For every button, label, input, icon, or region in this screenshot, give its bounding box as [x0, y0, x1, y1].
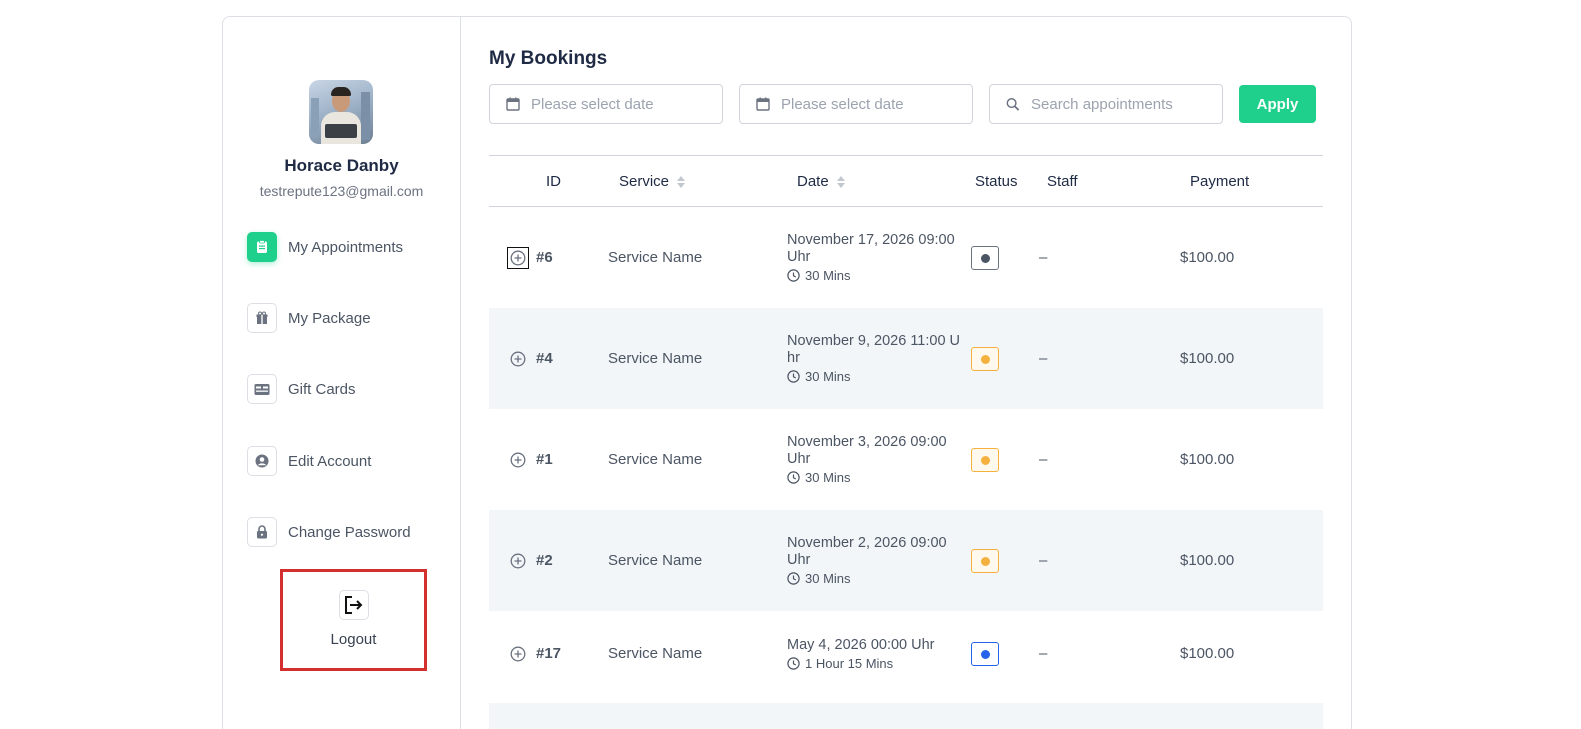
booking-service: Service Name: [608, 350, 703, 367]
column-header-service[interactable]: Service: [619, 173, 686, 190]
clipboard-icon: [247, 232, 277, 262]
booking-staff: –: [1039, 249, 1048, 266]
booking-id: #1: [536, 451, 553, 468]
booking-payment: $100.00: [1180, 249, 1235, 266]
gift-icon: [247, 303, 277, 333]
clock-icon: [787, 269, 800, 282]
status-badge: [971, 246, 999, 270]
nav-change-password[interactable]: Change Password: [247, 517, 411, 547]
clock-icon: [787, 471, 800, 484]
booking-id: #6: [536, 249, 553, 266]
status-badge: [971, 642, 999, 666]
booking-staff: –: [1039, 350, 1048, 367]
booking-date: May 4, 2026 00:00 Uhr 1 Hour 15 Mins: [787, 637, 935, 671]
booking-id: #17: [536, 645, 562, 662]
start-date-input[interactable]: [531, 95, 691, 113]
search-icon: [1006, 97, 1020, 111]
nav-my-appointments[interactable]: My Appointments: [247, 232, 403, 262]
table-row[interactable]: #2 Service Name November 2, 2026 09:00 U…: [489, 510, 1323, 611]
table-row[interactable]: #4 Service Name November 9, 2026 11:00 U…: [489, 308, 1323, 409]
booking-payment: $100.00: [1180, 451, 1235, 468]
booking-staff: –: [1039, 552, 1048, 569]
logout-label: Logout: [330, 631, 377, 648]
nav-gift-cards[interactable]: Gift Cards: [247, 374, 356, 404]
booking-payment: $100.00: [1180, 645, 1235, 662]
end-date-input[interactable]: [781, 95, 941, 113]
card-icon: [247, 374, 277, 404]
clock-icon: [787, 572, 800, 585]
nav-label: My Appointments: [288, 238, 404, 256]
calendar-icon: [756, 97, 770, 111]
page-title: My Bookings: [489, 48, 608, 69]
user-email: testrepute123@gmail.com: [259, 183, 424, 199]
nav-label: My Package: [288, 309, 371, 327]
logout-icon: [338, 590, 369, 620]
booking-service: Service Name: [608, 451, 703, 468]
booking-date: November 9, 2026 11:00 U hr 30 Mins: [787, 333, 961, 384]
nav-label: Edit Account: [288, 452, 372, 470]
table-row[interactable]: [489, 703, 1323, 729]
table-row[interactable]: #6 Service Name November 17, 2026 09:00 …: [489, 207, 1323, 308]
booking-date: November 3, 2026 09:00 Uhr 30 Mins: [787, 434, 947, 485]
apply-button[interactable]: Apply: [1239, 85, 1316, 123]
booking-payment: $100.00: [1180, 552, 1235, 569]
booking-date: November 2, 2026 09:00 Uhr 30 Mins: [787, 535, 947, 586]
booking-service: Service Name: [608, 249, 703, 266]
expand-row-icon[interactable]: [507, 247, 529, 269]
avatar: [309, 80, 373, 144]
table-row[interactable]: #1 Service Name November 3, 2026 09:00 U…: [489, 409, 1323, 510]
nav-my-package[interactable]: My Package: [247, 303, 371, 333]
clock-icon: [787, 657, 800, 670]
booking-id: #4: [536, 350, 553, 367]
nav-label: Change Password: [288, 523, 411, 541]
calendar-icon: [506, 97, 520, 111]
status-badge: [971, 347, 999, 371]
expand-row-icon[interactable]: [507, 643, 529, 665]
column-header-id: ID: [546, 173, 561, 190]
bookings-table: ID Service Date Status Staff Payment #6 …: [489, 155, 1323, 729]
status-badge: [971, 549, 999, 573]
expand-row-icon[interactable]: [507, 449, 529, 471]
table-row[interactable]: #17 Service Name May 4, 2026 00:00 Uhr 1…: [489, 611, 1323, 703]
nav-edit-account[interactable]: Edit Account: [247, 446, 371, 476]
column-header-staff: Staff: [1047, 173, 1078, 190]
booking-staff: –: [1039, 451, 1048, 468]
end-date-field[interactable]: [739, 84, 973, 124]
lock-icon: [247, 517, 277, 547]
search-input[interactable]: [1031, 95, 1191, 113]
sort-icon[interactable]: [836, 175, 845, 188]
nav-label: Gift Cards: [288, 380, 356, 398]
status-badge: [971, 448, 999, 472]
table-header: ID Service Date Status Staff Payment: [489, 155, 1323, 207]
booking-service: Service Name: [608, 552, 703, 569]
column-header-date[interactable]: Date: [797, 173, 845, 190]
expand-row-icon[interactable]: [507, 550, 529, 572]
booking-service: Service Name: [608, 645, 703, 662]
logout-button[interactable]: Logout: [280, 569, 427, 671]
booking-payment: $100.00: [1180, 350, 1235, 367]
sort-icon[interactable]: [677, 175, 686, 188]
booking-date: November 17, 2026 09:00 Uhr 30 Mins: [787, 232, 955, 283]
clock-icon: [787, 370, 800, 383]
column-header-status: Status: [975, 173, 1018, 190]
column-header-payment: Payment: [1190, 173, 1250, 190]
expand-row-icon[interactable]: [507, 348, 529, 370]
user-circle-icon: [247, 446, 277, 476]
start-date-field[interactable]: [489, 84, 723, 124]
search-field[interactable]: [989, 84, 1223, 124]
user-name: Horace Danby: [284, 156, 399, 175]
booking-staff: –: [1039, 645, 1048, 662]
booking-id: #2: [536, 552, 553, 569]
